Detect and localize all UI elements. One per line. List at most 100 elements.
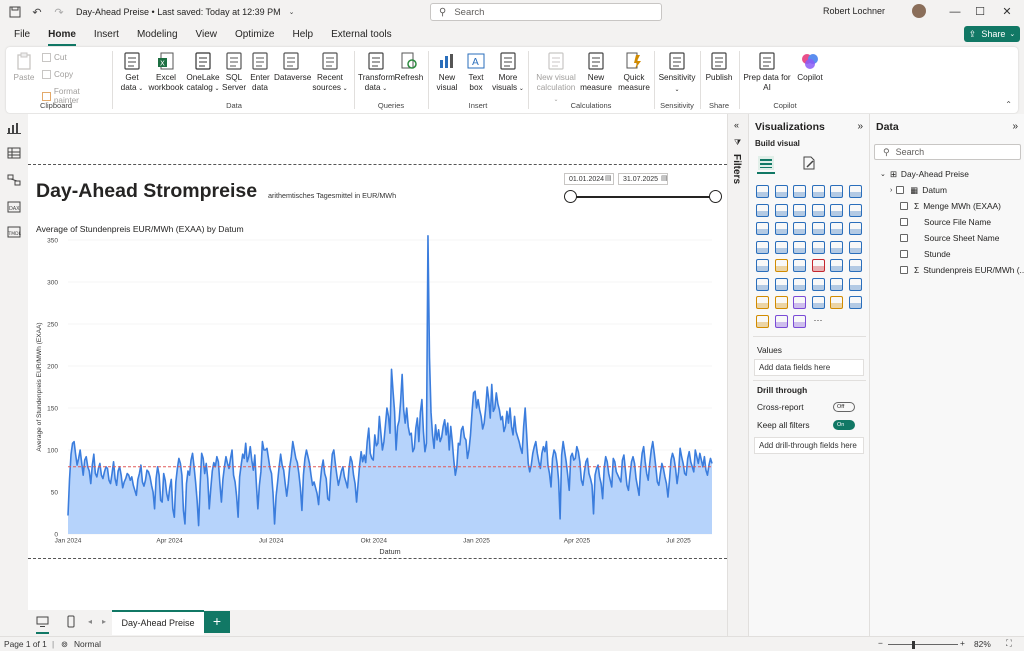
zoom-slider[interactable] bbox=[888, 644, 958, 645]
more-visual-icon[interactable]: ··· bbox=[812, 315, 825, 328]
sql-server-button[interactable]: SQL Server bbox=[222, 51, 246, 93]
expand-chevron-icon[interactable]: « bbox=[734, 120, 739, 130]
line-visual-icon[interactable] bbox=[756, 203, 769, 217]
recent-sources-button[interactable]: Recent sources ⌄ bbox=[310, 51, 350, 94]
minimize-icon[interactable]: — bbox=[945, 3, 965, 21]
keep-filters-toggle[interactable]: On bbox=[833, 420, 855, 430]
tmdl-view-icon[interactable]: TMDL bbox=[7, 226, 21, 238]
pie-visual-icon[interactable] bbox=[830, 222, 843, 235]
card-visual-icon[interactable] bbox=[774, 259, 788, 272]
field-item[interactable]: Source Sheet Name bbox=[900, 233, 999, 243]
report-canvas[interactable]: Day-Ahead Strompreise arithemtisches Tag… bbox=[28, 114, 727, 610]
build-visual-icon[interactable] bbox=[758, 156, 774, 170]
field-item[interactable]: Source File Name bbox=[900, 217, 991, 227]
share-button[interactable]: ⇪ Share ⌄ bbox=[964, 26, 1020, 42]
menu-optimize[interactable]: Optimize bbox=[226, 29, 283, 46]
prep-data-for-ai-button[interactable]: Prep data for AI bbox=[743, 51, 791, 93]
multi-row-card-visual-icon[interactable] bbox=[793, 259, 806, 272]
100-stacked-bar-visual-icon[interactable] bbox=[830, 185, 843, 198]
field-checkbox[interactable] bbox=[900, 250, 908, 258]
decomposition-tree-visual-icon[interactable] bbox=[811, 277, 825, 291]
transform-data-button[interactable]: Transform data ⌄ bbox=[358, 51, 395, 94]
menu-view[interactable]: View bbox=[187, 29, 227, 46]
text-box-button[interactable]: A Text box bbox=[462, 51, 490, 93]
paginated-visual-icon[interactable] bbox=[774, 296, 788, 309]
zoom-in-icon[interactable]: + bbox=[960, 638, 965, 648]
table-view-icon[interactable] bbox=[7, 147, 21, 159]
arcgis-visual-icon[interactable] bbox=[848, 240, 862, 254]
area-chart[interactable]: 050100150200250300350Jan 2024 Apr 2024 Jul… bbox=[28, 114, 727, 564]
next-page-icon[interactable]: ▸ bbox=[102, 617, 106, 626]
copilot-summary-visual-icon[interactable] bbox=[774, 314, 788, 328]
fit-to-page-icon[interactable]: ⛶ bbox=[1006, 638, 1012, 649]
area-visual-icon[interactable] bbox=[774, 203, 788, 217]
field-checkbox[interactable] bbox=[900, 234, 908, 242]
menu-help[interactable]: Help bbox=[283, 29, 322, 46]
table-visual-icon[interactable] bbox=[848, 259, 862, 272]
paste-button[interactable]: Paste bbox=[10, 51, 38, 83]
kpi-visual-icon[interactable] bbox=[811, 259, 825, 272]
100-stacked-area-visual-icon[interactable] bbox=[811, 203, 825, 217]
table-node[interactable]: ⌄ ⊞ Day-Ahead Preise bbox=[880, 169, 969, 179]
onelake-catalog-button[interactable]: OneLake catalog ⌄ bbox=[186, 51, 220, 94]
stacked-column-visual-icon[interactable] bbox=[774, 185, 788, 198]
report-view-icon[interactable] bbox=[7, 122, 21, 134]
data-search-input[interactable]: ⚲ Search bbox=[874, 144, 1021, 160]
treemap-visual-icon[interactable] bbox=[756, 240, 769, 254]
key-influencers-visual-icon[interactable] bbox=[793, 277, 806, 291]
new-visual-calculation-button[interactable]: New visual calculation ⌄ bbox=[534, 51, 578, 105]
field-checkbox[interactable] bbox=[896, 186, 905, 194]
field-item[interactable]: › ▦ Datum bbox=[890, 185, 947, 195]
more-visuals-button[interactable]: More visuals ⌄ bbox=[492, 51, 524, 94]
scatter-visual-icon[interactable] bbox=[811, 222, 825, 235]
field-checkbox[interactable] bbox=[900, 202, 908, 210]
maximize-icon[interactable]: ☐ bbox=[970, 3, 990, 21]
prev-page-icon[interactable]: ◂ bbox=[88, 617, 92, 626]
redo-icon[interactable]: ↷ bbox=[52, 5, 66, 19]
zoom-slider-handle[interactable] bbox=[912, 641, 915, 649]
line-stacked-column-visual-icon[interactable] bbox=[830, 203, 843, 217]
copilot-button[interactable]: Copilot bbox=[793, 51, 827, 83]
field-item[interactable]: Σ Menge MWh (EXAA) bbox=[900, 201, 1001, 211]
field-checkbox[interactable] bbox=[900, 218, 908, 226]
values-well[interactable]: Add data fields here bbox=[754, 359, 864, 376]
quick-measure-button[interactable]: Quick measure bbox=[616, 51, 652, 93]
menu-external-tools[interactable]: External tools bbox=[322, 29, 401, 46]
excel-workbook-button[interactable]: X Excel workbook bbox=[148, 51, 184, 93]
paginated-report-visual-icon[interactable] bbox=[793, 314, 806, 328]
qa-visual-icon[interactable] bbox=[830, 277, 843, 291]
enter-data-button[interactable]: Enter data bbox=[248, 51, 272, 93]
button-slicer-visual-icon[interactable] bbox=[756, 314, 769, 328]
model-view-icon[interactable] bbox=[7, 174, 21, 186]
goals-visual-icon[interactable] bbox=[756, 296, 769, 309]
azure-map-visual-icon[interactable] bbox=[830, 240, 843, 254]
new-slicer-visual-icon[interactable] bbox=[848, 296, 862, 309]
avatar[interactable] bbox=[912, 4, 926, 18]
new-visual-button[interactable]: New visual bbox=[434, 51, 460, 93]
filters-pane-collapsed[interactable]: « ⧩ Filters bbox=[727, 114, 748, 636]
clustered-bar-visual-icon[interactable] bbox=[793, 185, 806, 198]
user-name[interactable]: Robert Lochner bbox=[823, 6, 885, 16]
map-visual-icon[interactable] bbox=[774, 240, 788, 254]
new-measure-button[interactable]: New measure bbox=[578, 51, 614, 93]
desktop-layout-icon[interactable] bbox=[36, 616, 49, 628]
collapse-chevron-icon[interactable]: » bbox=[857, 121, 863, 132]
publish-button[interactable]: Publish bbox=[703, 51, 735, 83]
sensitivity-button[interactable]: Sensitivity ⌄ bbox=[658, 51, 696, 95]
100-stacked-column-visual-icon[interactable] bbox=[848, 185, 862, 198]
refresh-button[interactable]: Refresh bbox=[394, 51, 424, 83]
ribbon-visual-icon[interactable] bbox=[756, 222, 769, 235]
field-item[interactable]: Stunde bbox=[900, 249, 951, 259]
funnel-visual-icon[interactable] bbox=[793, 222, 806, 235]
undo-icon[interactable]: ↶ bbox=[30, 5, 44, 19]
chevron-down-icon[interactable]: ⌄ bbox=[285, 5, 299, 19]
save-icon[interactable] bbox=[8, 5, 22, 19]
menu-insert[interactable]: Insert bbox=[85, 29, 128, 46]
close-icon[interactable]: ✕ bbox=[997, 3, 1017, 21]
stacked-bar-visual-icon[interactable] bbox=[756, 185, 769, 198]
gauge-visual-icon[interactable] bbox=[756, 259, 769, 272]
format-visual-icon[interactable] bbox=[802, 156, 816, 170]
slicer-visual-icon[interactable] bbox=[830, 259, 843, 272]
filled-map-visual-icon[interactable] bbox=[793, 240, 806, 254]
dax-query-view-icon[interactable]: DAX bbox=[7, 201, 21, 213]
